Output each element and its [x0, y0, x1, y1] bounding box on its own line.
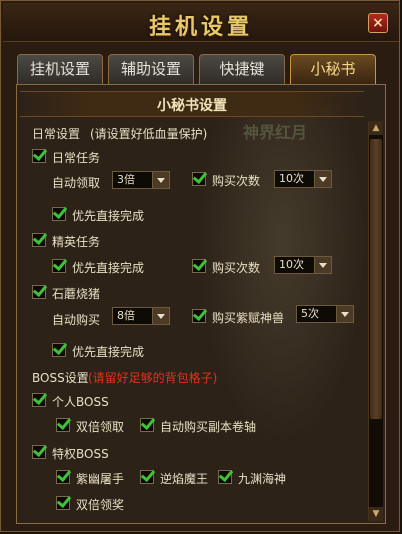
tab-hangup-settings[interactable]: 挂机设置 — [17, 54, 103, 84]
elite-buy-times-select[interactable]: 10次 — [274, 256, 332, 274]
chevron-down-icon — [152, 172, 169, 188]
daily-buy-times-select[interactable]: 10次 — [274, 170, 332, 188]
stone-direct-finish-checkbox[interactable] — [52, 343, 66, 357]
chevron-down-icon — [336, 306, 353, 322]
scroll-up-button[interactable]: ▲ — [369, 121, 383, 135]
window-title: 挂机设置 — [148, 14, 253, 40]
stone-label: 石蘑烧猪 — [52, 287, 101, 301]
daily-buy-times-checkbox[interactable] — [192, 172, 206, 186]
boss-note: (请留好足够的背包格子) — [88, 371, 218, 385]
elite-direct-finish-checkbox[interactable] — [52, 259, 66, 273]
chevron-down-icon — [314, 171, 331, 187]
stone-buy-beast-checkbox[interactable] — [192, 309, 206, 323]
daily-task-label: 日常任务 — [52, 151, 101, 165]
stone-checkbox[interactable] — [32, 285, 46, 299]
daily-auto-claim-label: 自动领取 — [52, 176, 101, 190]
title-bar[interactable]: 挂机设置 × — [3, 3, 399, 42]
boss-auto-buy-scroll-checkbox[interactable] — [140, 418, 154, 432]
boss-auto-buy-scroll-label: 自动购买副本卷轴 — [160, 420, 257, 434]
boss-vip-item-checkbox[interactable] — [56, 470, 70, 484]
scroll-thumb[interactable] — [370, 139, 382, 419]
boss-vip-item-checkbox[interactable] — [218, 470, 232, 484]
daily-auto-claim-value: 3倍 — [117, 173, 135, 186]
stone-buy-beast-value: 5次 — [301, 307, 319, 320]
boss-vip-item-label: 逆焰魔王 — [160, 472, 209, 486]
daily-task-checkbox[interactable] — [32, 149, 46, 163]
stone-buy-beast-select[interactable]: 5次 — [296, 305, 354, 323]
chevron-down-icon — [152, 308, 169, 324]
background-watermark-text: 神界红月 — [243, 123, 308, 142]
scroll-down-button[interactable]: ▼ — [369, 507, 383, 521]
boss-double-claim-label: 双倍领取 — [76, 420, 125, 434]
elite-direct-finish-label: 优先直接完成 — [72, 261, 145, 275]
elite-task-checkbox[interactable] — [32, 233, 46, 247]
tab-bar: 挂机设置 辅助设置 快捷键 小秘书 — [17, 54, 377, 84]
daily-direct-finish-label: 优先直接完成 — [72, 209, 145, 223]
boss-vip-checkbox[interactable] — [32, 445, 46, 459]
boss-double-reward-label: 双倍领奖 — [76, 498, 125, 512]
elite-buy-times-checkbox[interactable] — [192, 259, 206, 273]
elite-task-label: 精英任务 — [52, 235, 101, 249]
elite-buy-times-label: 购买次数 — [212, 261, 261, 275]
boss-double-claim-checkbox[interactable] — [56, 418, 70, 432]
boss-vip-item-label: 紫幽屠手 — [76, 472, 125, 486]
tab-shortcuts[interactable]: 快捷键 — [199, 54, 285, 84]
vertical-scrollbar[interactable]: ▲ ▼ — [368, 121, 383, 521]
tab-assist-settings[interactable]: 辅助设置 — [108, 54, 194, 84]
tab-secretary[interactable]: 小秘书 — [290, 54, 376, 84]
boss-vip-item-checkbox[interactable] — [140, 470, 154, 484]
stone-buy-beast-label: 购买紫赋神兽 — [212, 311, 285, 325]
stone-auto-buy-select[interactable]: 8倍 — [112, 307, 170, 325]
daily-buy-times-value: 10次 — [279, 172, 304, 185]
stone-auto-buy-label: 自动购买 — [52, 313, 101, 327]
close-button[interactable]: × — [368, 13, 388, 33]
boss-vip-label: 特权BOSS — [52, 447, 109, 461]
daily-note: (请设置好低血量保护) — [90, 127, 208, 141]
boss-double-reward-checkbox[interactable] — [56, 496, 70, 510]
daily-direct-finish-checkbox[interactable] — [52, 207, 66, 221]
stone-auto-buy-value: 8倍 — [117, 309, 135, 322]
elite-buy-times-value: 10次 — [279, 258, 304, 271]
boss-personal-label: 个人BOSS — [52, 395, 109, 409]
chevron-down-icon — [314, 257, 331, 273]
daily-auto-claim-select[interactable]: 3倍 — [112, 171, 170, 189]
boss-heading: BOSS设置 — [32, 371, 89, 385]
stone-direct-finish-label: 优先直接完成 — [72, 345, 145, 359]
boss-vip-item-label: 九渊海神 — [238, 472, 287, 486]
daily-heading: 日常设置 — [32, 127, 81, 141]
section-header: 小秘书设置 — [20, 91, 364, 117]
boss-personal-checkbox[interactable] — [32, 393, 46, 407]
daily-buy-times-label: 购买次数 — [212, 174, 261, 188]
section-title: 小秘书设置 — [157, 98, 227, 114]
